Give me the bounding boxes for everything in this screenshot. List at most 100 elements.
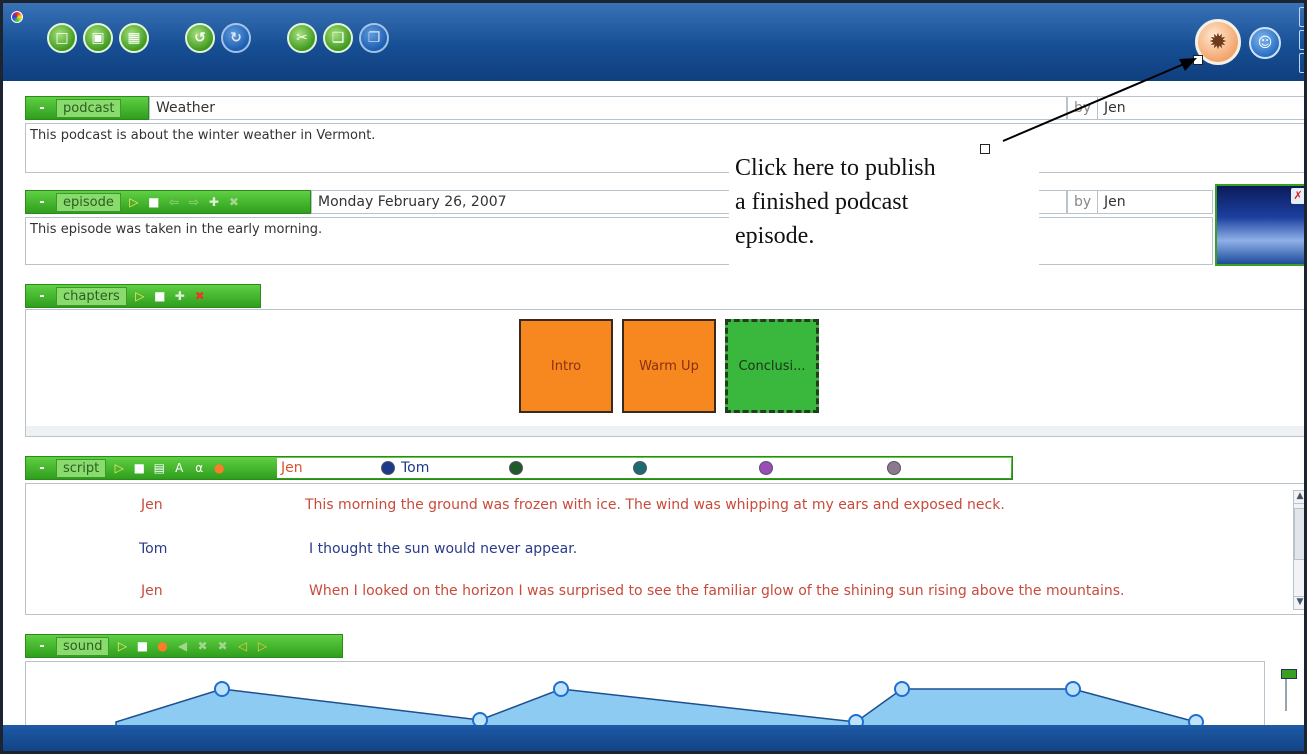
toolbar: □ ▣ ▦ ↺ ↻ ✂ ❏ ❐ ✹ ☺ xyxy=(3,3,1304,81)
open-icon[interactable]: ▣ xyxy=(83,23,113,53)
speaker-slot[interactable] xyxy=(887,457,997,479)
delete-chapter-icon[interactable]: ✖ xyxy=(193,289,207,303)
annotation-line: a finished podcast xyxy=(735,189,909,215)
podcast-header: - podcast xyxy=(25,96,149,120)
print-icon[interactable]: ▤ xyxy=(152,461,166,475)
speaker-name: Tom xyxy=(401,460,430,476)
chapter-title: Intro xyxy=(550,358,582,374)
episode-label: episode xyxy=(56,192,121,212)
script-line-text[interactable]: This morning the ground was frozen with … xyxy=(305,497,1005,513)
envelope-point[interactable] xyxy=(553,681,569,697)
stop-icon[interactable]: ■ xyxy=(153,289,167,303)
annotation-line: episode. xyxy=(735,223,815,249)
chapter-title: Conclusi... xyxy=(738,358,806,374)
chapters-scrollbar[interactable] xyxy=(26,426,1304,436)
podcast-author-field[interactable]: Jen xyxy=(1097,96,1304,120)
play-icon[interactable]: ▷ xyxy=(112,461,126,475)
sound-panel xyxy=(25,661,1265,725)
line-speaker: Jen xyxy=(141,583,163,599)
episode-header: - episode ▷ ■ ⇦ ⇨ ✚ ✖ xyxy=(25,190,311,214)
envelope-point[interactable] xyxy=(848,714,864,725)
play-icon[interactable]: ▷ xyxy=(127,195,141,209)
speaker-slot[interactable] xyxy=(509,457,619,479)
record-icon[interactable]: ● xyxy=(212,461,226,475)
annotation-line: Click here to publish xyxy=(735,155,936,181)
paste-icon[interactable]: ❐ xyxy=(359,23,389,53)
window-control-minimize[interactable] xyxy=(1299,7,1304,27)
copy-icon[interactable]: ❏ xyxy=(323,23,353,53)
next-icon[interactable]: ⇨ xyxy=(187,195,201,209)
chapter-card-selected[interactable]: Conclusi... xyxy=(725,319,819,413)
speaker-color-icon xyxy=(633,461,647,475)
envelope-point[interactable] xyxy=(1188,714,1204,725)
trash-icon[interactable]: ✗ xyxy=(1291,188,1304,204)
sound-envelope[interactable] xyxy=(26,662,1265,725)
collapse-script-button[interactable]: - xyxy=(34,460,50,476)
app-logo-icon xyxy=(11,11,23,23)
split-icon[interactable]: ✖ xyxy=(215,639,229,653)
slider-handle[interactable] xyxy=(1281,669,1297,679)
scroll-thumb[interactable] xyxy=(1294,508,1304,560)
font-icon[interactable]: α xyxy=(192,461,206,475)
scroll-down-icon[interactable]: ▼ xyxy=(1294,596,1304,609)
save-icon[interactable]: ▦ xyxy=(119,23,149,53)
speaker-color-icon xyxy=(759,461,773,475)
play-icon[interactable]: ▷ xyxy=(115,639,129,653)
cut-sound-icon[interactable]: ✖ xyxy=(195,639,209,653)
episode-image[interactable]: ✗ xyxy=(1215,184,1304,266)
rewind-icon[interactable]: ◀ xyxy=(175,639,189,653)
script-line-text[interactable]: When I looked on the horizon I was surpr… xyxy=(309,583,1125,599)
stop-icon[interactable]: ■ xyxy=(135,639,149,653)
cut-icon[interactable]: ✂ xyxy=(287,23,317,53)
episode-author-field[interactable]: Jen xyxy=(1097,190,1213,214)
envelope-point[interactable] xyxy=(894,681,910,697)
window-control-close[interactable] xyxy=(1299,53,1304,73)
stop-icon[interactable]: ■ xyxy=(147,195,161,209)
previous-icon[interactable]: ⇦ xyxy=(167,195,181,209)
envelope-point[interactable] xyxy=(1065,681,1081,697)
annotation-handle xyxy=(1193,55,1203,65)
speaker-slot[interactable]: Jen xyxy=(281,457,391,479)
new-document-icon[interactable]: □ xyxy=(47,23,77,53)
collapse-chapters-button[interactable]: - xyxy=(34,288,50,304)
undo-icon[interactable]: ↺ xyxy=(185,23,215,53)
share-button[interactable]: ☺ xyxy=(1249,27,1281,59)
chapter-card[interactable]: Intro xyxy=(519,319,613,413)
episode-by-label: by xyxy=(1067,190,1097,214)
speaker-slot[interactable] xyxy=(759,457,869,479)
scroll-up-icon[interactable]: ▲ xyxy=(1294,491,1304,504)
podcast-by-label: by xyxy=(1067,96,1097,120)
volume-slider[interactable] xyxy=(1275,667,1297,711)
script-line-text[interactable]: I thought the sun would never appear. xyxy=(309,541,577,557)
speaker-color-icon xyxy=(381,461,395,475)
text-size-icon[interactable]: A xyxy=(172,461,186,475)
podcast-title-field[interactable]: Weather xyxy=(149,96,1067,120)
people-icon: ☺ xyxy=(1257,35,1273,51)
window-control-maximize[interactable] xyxy=(1299,30,1304,50)
volume-down-icon[interactable]: ◁ xyxy=(235,639,249,653)
speaker-slot[interactable]: Tom xyxy=(381,457,491,479)
envelope-point[interactable] xyxy=(214,681,230,697)
podcast-description[interactable]: This podcast is about the winter weather… xyxy=(25,123,1304,173)
volume-up-icon[interactable]: ▷ xyxy=(255,639,269,653)
record-icon[interactable]: ● xyxy=(155,639,169,653)
play-icon[interactable]: ▷ xyxy=(133,289,147,303)
speaker-slot[interactable] xyxy=(633,457,743,479)
stop-icon[interactable]: ■ xyxy=(132,461,146,475)
collapse-podcast-button[interactable]: - xyxy=(34,100,50,116)
script-scrollbar[interactable]: ▲ ▼ xyxy=(1293,490,1304,610)
annotation-callout: Click here to publish a finished podcast… xyxy=(729,149,1039,267)
envelope-point[interactable] xyxy=(472,712,488,725)
annotation-handle xyxy=(980,144,990,154)
redo-icon[interactable]: ↻ xyxy=(221,23,251,53)
chapters-label: chapters xyxy=(56,286,127,306)
chapter-title: Warm Up xyxy=(639,358,699,374)
collapse-sound-button[interactable]: - xyxy=(34,638,50,654)
chapter-card[interactable]: Warm Up xyxy=(622,319,716,413)
add-icon[interactable]: ✚ xyxy=(207,195,221,209)
delete-icon[interactable]: ✖ xyxy=(227,195,241,209)
collapse-episode-button[interactable]: - xyxy=(34,194,50,210)
line-speaker: Tom xyxy=(139,541,168,557)
add-chapter-icon[interactable]: ✚ xyxy=(173,289,187,303)
speaker-color-icon xyxy=(887,461,901,475)
